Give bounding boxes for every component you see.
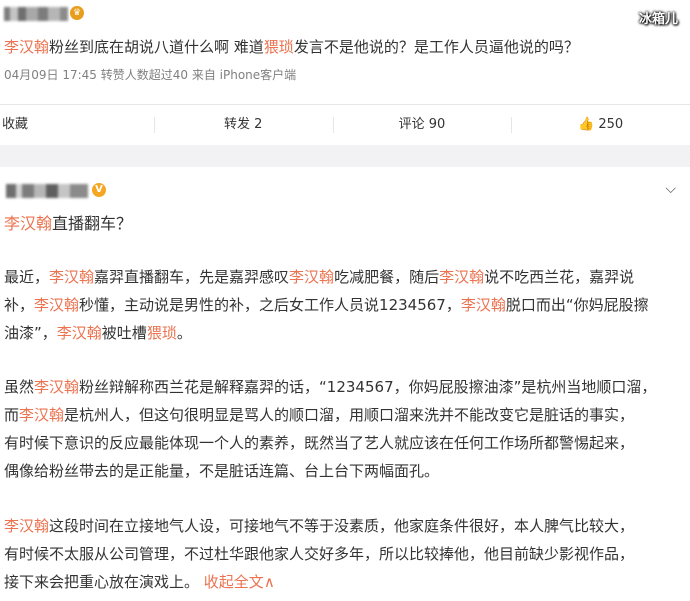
post-meta: 04月09日 17:45 转赞人数超过40 来自 iPhone客户端 [4, 68, 297, 82]
weibo-post-1: ♛ 冰箱儿 李汉翰粉丝到底在胡说八道什么啊 难道猥琐发言不是他说的？是工作人员逼… [0, 0, 690, 146]
feed-divider [0, 145, 690, 167]
mention-link[interactable]: 李汉翰 [439, 268, 484, 286]
mention-link[interactable]: 李汉翰 [289, 268, 334, 286]
post-text: 李汉翰粉丝到底在胡说八道什么啊 难道猥琐发言不是他说的？是工作人员逼他说的吗？ [4, 38, 579, 56]
mention-link[interactable]: 李汉翰 [4, 38, 49, 56]
mention-link[interactable]: 李汉翰 [4, 517, 49, 535]
action-bar: 收藏 转发 2 评论 90 👍 250 [0, 104, 690, 146]
repost-button[interactable]: 转发 2 [153, 115, 333, 135]
collapse-link[interactable]: 收起全文∧ [204, 573, 275, 591]
mention-link[interactable]: 李汉翰 [19, 406, 64, 424]
mention-link[interactable]: 李汉翰 [34, 296, 79, 314]
like-button[interactable]: 👍 250 [511, 115, 690, 135]
chevron-up-icon: ∧ [263, 573, 275, 591]
paragraph-2: 虽然李汉翰粉丝辩解称西兰花是解释嘉羿的话，“1234567，你妈屁股擦油漆”是杭… [4, 378, 657, 480]
weibo-post-2: V ⌵ 李汉翰直播翻车？ 最近，李汉翰嘉羿直播翻车，先是嘉羿感叹李汉翰吃减肥餐，… [0, 167, 690, 601]
keyword-link[interactable]: 猥琐 [264, 38, 294, 56]
bottom-fade [0, 595, 690, 601]
v-verified-icon: V [92, 183, 106, 197]
mention-link[interactable]: 李汉翰 [34, 378, 79, 396]
crown-badge-icon: ♛ [70, 6, 84, 20]
watermark: 冰箱儿 [638, 12, 678, 27]
mention-link[interactable]: 李汉翰 [49, 268, 94, 286]
collect-button[interactable]: 收藏 [0, 115, 154, 135]
paragraph-3: 李汉翰这段时间在立接地气人设，可接地气不等于没素质，他家庭条件很好，本人脾气比较… [4, 517, 635, 591]
mention-link[interactable]: 李汉翰 [4, 214, 52, 233]
blurred-username[interactable] [6, 184, 88, 198]
mention-link[interactable]: 李汉翰 [57, 324, 102, 342]
blurred-username[interactable] [4, 7, 68, 21]
comment-button[interactable]: 评论 90 [332, 115, 512, 135]
chevron-down-icon[interactable]: ⌵ [665, 181, 676, 197]
thumbs-up-icon: 👍 [578, 117, 595, 132]
keyword-link[interactable]: 猥琐 [147, 324, 177, 342]
mention-link[interactable]: 李汉翰 [461, 296, 506, 314]
paragraph-1: 最近，李汉翰嘉羿直播翻车，先是嘉羿感叹李汉翰吃减肥餐，随后李汉翰说不吃西兰花，嘉… [4, 268, 649, 342]
post-title: 李汉翰直播翻车？ [4, 214, 133, 233]
